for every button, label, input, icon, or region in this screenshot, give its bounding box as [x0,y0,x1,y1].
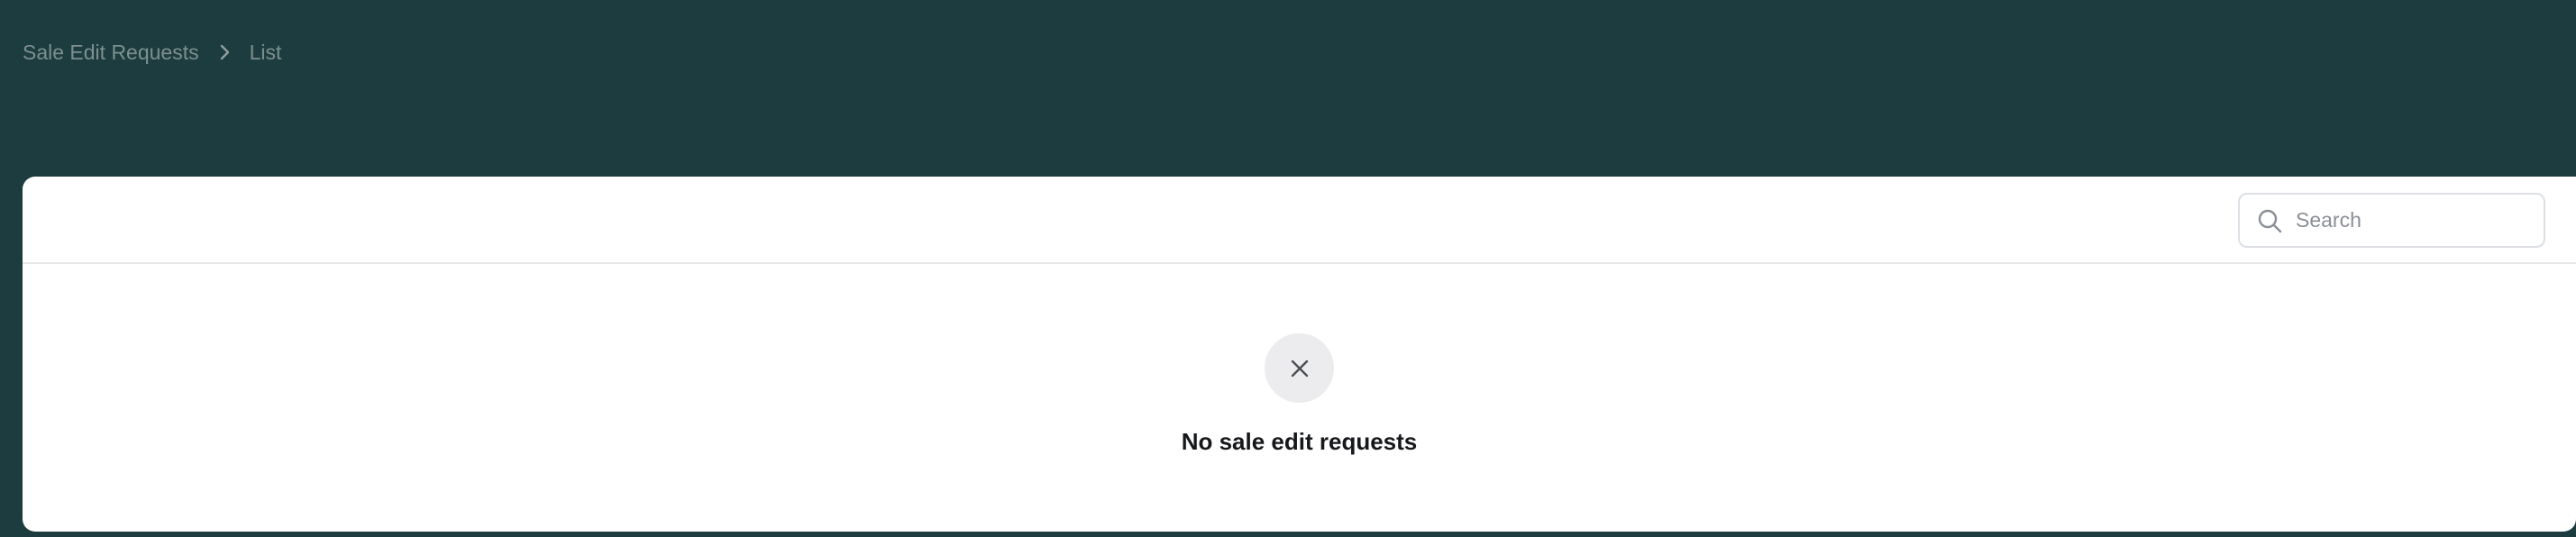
breadcrumb-item-list: List [249,40,282,64]
search-box[interactable] [2238,193,2545,248]
page: Sale Edit Requests List Search No sale e… [0,0,2576,537]
empty-state: No sale edit requests [23,333,2576,456]
empty-state-icon [1265,333,1334,403]
search-input[interactable] [2296,208,2530,232]
breadcrumb: Sale Edit Requests List [23,36,281,68]
table-toolbar [23,177,2576,264]
x-icon [1291,360,1308,377]
table-card: No sale edit requests [23,177,2576,532]
chevron-right-icon [217,43,232,61]
empty-state-title: No sale edit requests [1181,428,1418,455]
breadcrumb-item-sale-edit-requests[interactable]: Sale Edit Requests [23,41,199,65]
search-icon [2256,207,2283,234]
